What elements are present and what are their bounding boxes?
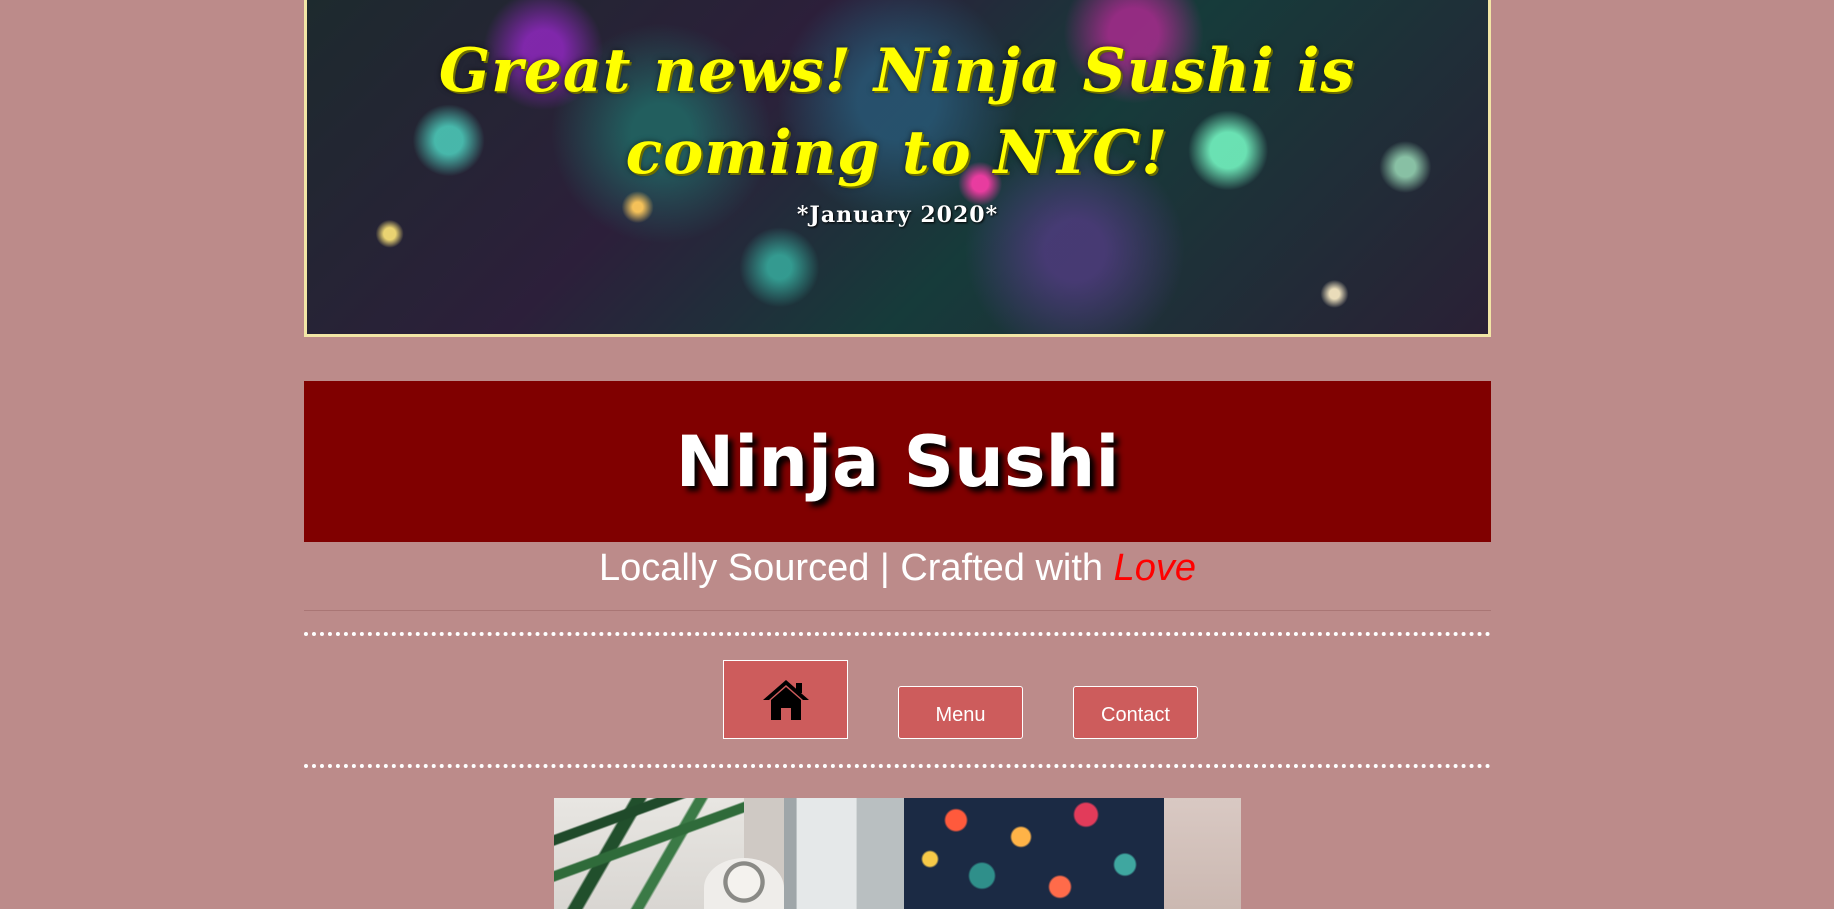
site-title: Ninja Sushi [675,420,1120,503]
floral-dress [904,798,1164,909]
wine-glass [704,858,784,909]
divider-dotted [304,632,1491,636]
banner-date: *January 2020* [796,202,999,228]
page-wrapper: Great news! Ninja Sushi is coming to NYC… [304,0,1491,909]
window-frame [784,798,904,909]
wall [1164,798,1241,909]
site-header: Ninja Sushi [304,381,1491,542]
home-button[interactable] [723,660,848,739]
contact-button[interactable]: Contact [1073,686,1198,739]
banner-content: Great news! Ninja Sushi is coming to NYC… [307,0,1488,334]
divider-dotted [304,764,1491,768]
hero-photo [554,798,1241,909]
banner-headline: Great news! Ninja Sushi is coming to NYC… [438,36,1356,188]
tagline-text: Locally Sourced | Crafted with [598,547,1114,589]
tagline-love: Love [1113,547,1197,589]
announcement-banner: Great news! Ninja Sushi is coming to NYC… [304,0,1491,337]
menu-button[interactable]: Menu [898,686,1023,739]
home-icon [762,679,809,720]
tagline: Locally Sourced | Crafted with Love [304,542,1491,611]
